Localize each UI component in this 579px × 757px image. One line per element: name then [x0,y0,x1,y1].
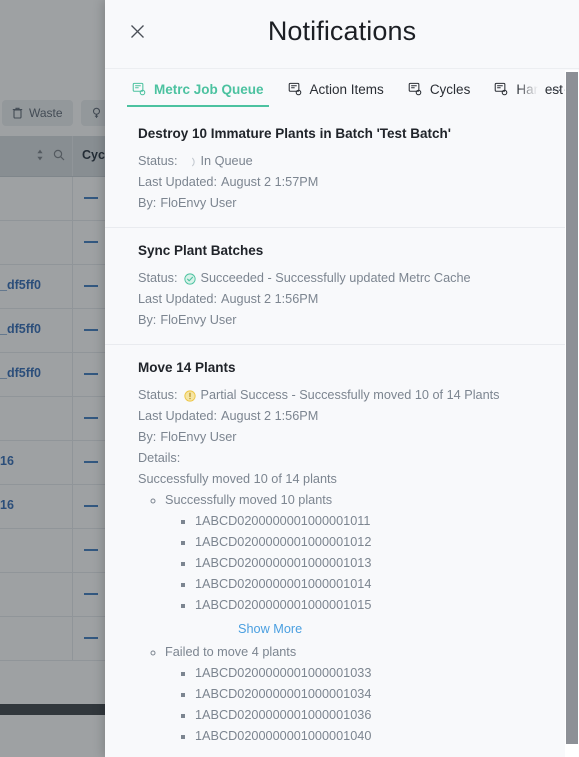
author-value: FloEnvy User [160,310,236,331]
success-icon [178,273,201,285]
show-more-link[interactable]: Show More [165,616,546,642]
tab-action-items[interactable]: Action Items [276,69,396,109]
tag-item: 1ABCD0200000001000001034 [195,684,546,705]
tag-item: 1ABCD0200000001000001012 [195,532,546,553]
notification-item: Move 14 Plants Status: Partial Success - S… [105,345,579,757]
notifications-panel: Notifications Metrc Job Queue Action Item… [105,0,579,757]
author-label: By: [138,193,156,214]
status-label: Status: [138,151,178,172]
last-updated-value: August 2 1:57PM [221,172,318,193]
tag-list: 1ABCD02000000010000010331ABCD02000000010… [165,663,546,747]
page-title: Notifications [105,16,579,47]
last-updated-line: Last Updated:August 2 1:56PM [138,406,546,427]
details-group: Failed to move 4 plants 1ABCD020000000100… [165,642,546,747]
author-label: By: [138,310,156,331]
status-label: Status: [138,268,178,289]
status-badge: Succeeded - Successfully updated Metrc C… [201,268,471,289]
author-value: FloEnvy User [160,193,236,214]
tag-item: 1ABCD0200000001000001013 [195,553,546,574]
tab-bar: Metrc Job QueueAction ItemsCyclesHarvest… [105,69,579,112]
job-queue-icon [408,82,422,96]
job-queue-icon [494,82,508,96]
in-queue-icon [178,156,201,168]
notification-title: Destroy 10 Immature Plants in Batch 'Tes… [138,126,546,141]
vertical-scrollbar-thumb[interactable] [566,72,578,744]
last-updated-line: Last Updated:August 2 1:56PM [138,289,546,310]
notification-title: Sync Plant Batches [138,243,546,258]
author-line: By:FloEnvy User [138,310,546,331]
notification-title: Move 14 Plants [138,360,546,375]
author-line: By:FloEnvy User [138,427,546,448]
details-group-label: Failed to move 4 plants [165,645,296,659]
notification-item: Sync Plant Batches Status: Succeeded - Suc… [105,228,579,345]
tab-label: Action Items [310,82,384,97]
notification-item: Destroy 10 Immature Plants in Batch 'Tes… [105,111,579,228]
tag-list: 1ABCD02000000010000010111ABCD02000000010… [165,511,546,616]
status-badge: Partial Success - Successfully moved 10 … [201,385,500,406]
author-value: FloEnvy User [160,427,236,448]
tag-item: 1ABCD0200000001000001011 [195,511,546,532]
panel-header: Notifications [105,0,579,69]
tab-metrc-job-queue[interactable]: Metrc Job Queue [120,69,276,109]
last-updated-line: Last Updated:August 2 1:57PM [138,172,546,193]
author-line: By:FloEnvy User [138,193,546,214]
tab-list: Metrc Job QueueAction ItemsCyclesHarvest [120,69,579,111]
last-updated-label: Last Updated: [138,289,217,310]
status-label: Status: [138,385,178,406]
job-queue-icon [288,82,302,96]
last-updated-value: August 2 1:56PM [221,289,318,310]
tab-cycles[interactable]: Cycles [396,69,483,109]
tag-item: 1ABCD0200000001000001040 [195,726,546,747]
last-updated-value: August 2 1:56PM [221,406,318,427]
notification-list: Destroy 10 Immature Plants in Batch 'Tes… [105,111,579,757]
tab-label: Cycles [430,82,471,97]
details-group: Successfully moved 10 plants 1ABCD0200000… [165,490,546,616]
tag-item: 1ABCD0200000001000001033 [195,663,546,684]
tag-item: 1ABCD0200000001000001015 [195,595,546,616]
details-label: Details: [138,448,546,469]
author-label: By: [138,427,156,448]
tag-item: 1ABCD0200000001000001036 [195,705,546,726]
details-group-list: Successfully moved 10 plants 1ABCD0200000… [138,490,546,747]
tag-item: 1ABCD0200000001000001014 [195,574,546,595]
tab-label: Metrc Job Queue [154,82,264,97]
last-updated-label: Last Updated: [138,406,217,427]
screen: Waste [0,0,579,757]
last-updated-label: Last Updated: [138,172,217,193]
job-queue-icon [132,82,146,96]
details-summary: Successfully moved 10 of 14 plants [138,469,546,490]
details-group-label: Successfully moved 10 plants [165,493,332,507]
status-badge: In Queue [201,151,253,172]
status-line: Status: In Queue [138,151,546,172]
status-line: Status: Partial Success - Successfully mo… [138,385,546,406]
warning-icon [178,390,201,402]
status-line: Status: Succeeded - Successfully updated … [138,268,546,289]
